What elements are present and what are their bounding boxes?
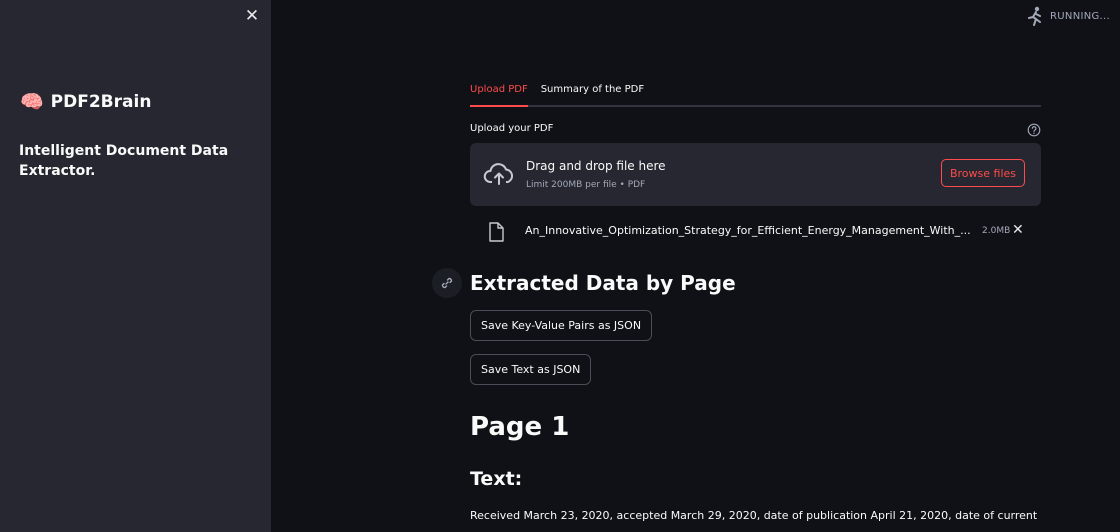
- remove-file-icon[interactable]: ✕: [1012, 222, 1024, 238]
- page-heading: Page 1: [470, 412, 570, 442]
- tab-summary[interactable]: Summary of the PDF: [541, 80, 644, 105]
- anchor-link-icon[interactable]: [432, 268, 462, 298]
- text-heading: Text:: [470, 468, 523, 490]
- browse-files-button[interactable]: Browse files: [941, 159, 1025, 187]
- app-tagline: Intelligent Document Data Extractor.: [19, 143, 229, 179]
- main-content: RUNNING... Upload PDF Summary of the PDF…: [271, 0, 1120, 532]
- drop-limit: Limit 200MB per file • PDF: [526, 180, 646, 190]
- drop-title: Drag and drop file here: [526, 159, 666, 173]
- file-size: 2.0MB: [982, 226, 1011, 236]
- extracted-text-preview: Received March 23, 2020, accepted March …: [470, 509, 1038, 522]
- save-text-json-button[interactable]: Save Text as JSON: [470, 354, 592, 385]
- help-icon[interactable]: [1027, 123, 1041, 137]
- running-person-icon: [1028, 6, 1042, 26]
- uploaded-file-row: An_Innovative_Optimization_Strategy_for_…: [470, 219, 1041, 243]
- file-name: An_Innovative_Optimization_Strategy_for_…: [525, 224, 971, 237]
- save-key-value-json-button[interactable]: Save Key-Value Pairs as JSON: [470, 310, 653, 341]
- tab-upload-pdf[interactable]: Upload PDF: [470, 80, 528, 107]
- brain-icon: 🧠: [20, 91, 44, 113]
- brand: 🧠 PDF2Brain: [20, 90, 151, 114]
- extracted-data-heading: Extracted Data by Page: [470, 271, 736, 295]
- cloud-upload-icon: [483, 163, 514, 185]
- file-dropzone[interactable]: Drag and drop file here Limit 200MB per …: [470, 143, 1041, 206]
- file-icon: [489, 222, 504, 242]
- sidebar: ✕ 🧠 PDF2Brain Intelligent Document Data …: [0, 0, 271, 532]
- status-label: RUNNING...: [1050, 10, 1110, 22]
- app-title: PDF2Brain: [50, 92, 152, 112]
- link-icon: [441, 277, 453, 289]
- running-status: RUNNING...: [1027, 6, 1110, 26]
- uploader-label: Upload your PDF: [470, 123, 554, 134]
- tab-bar: Upload PDF Summary of the PDF: [470, 80, 1041, 107]
- close-sidebar-icon[interactable]: ✕: [242, 6, 262, 26]
